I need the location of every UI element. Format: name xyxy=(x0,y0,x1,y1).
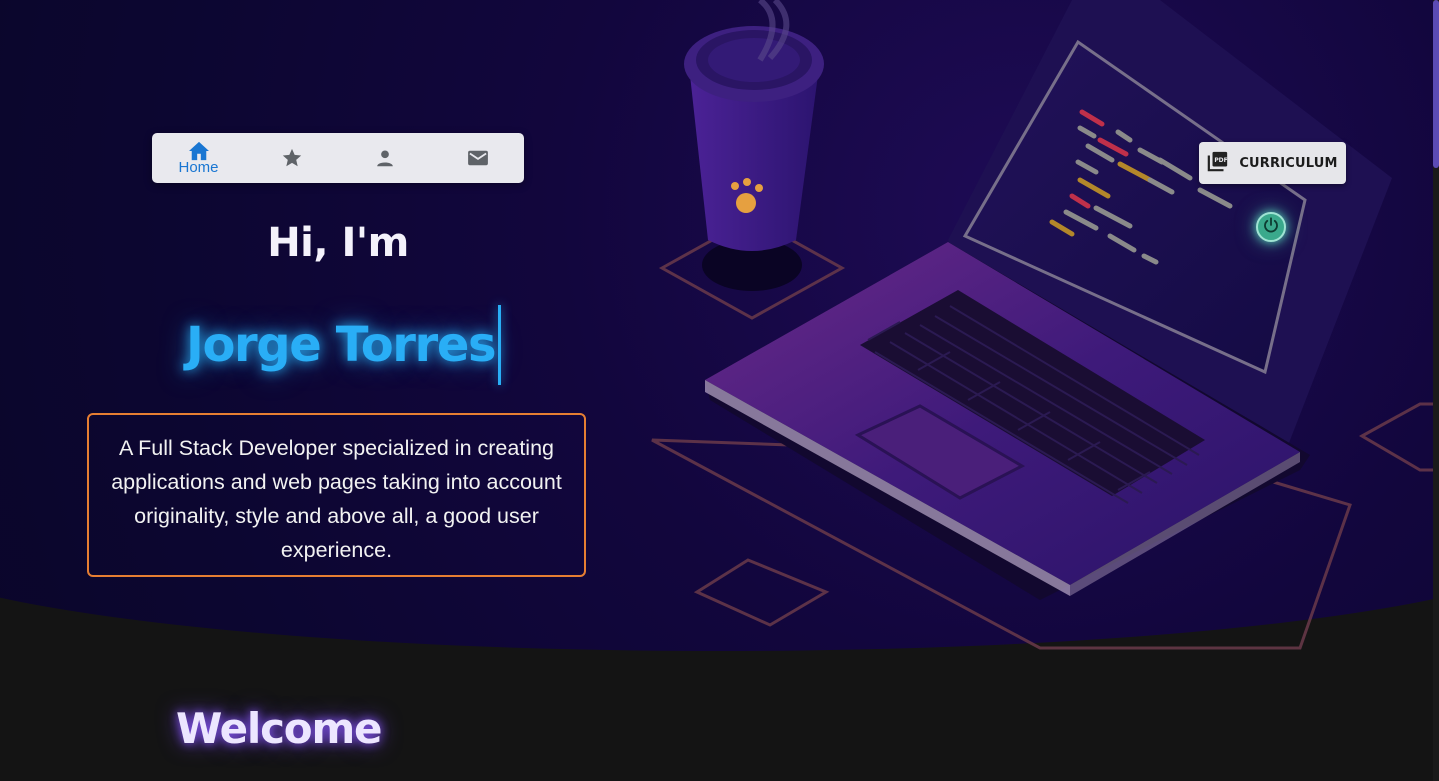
typing-cursor xyxy=(498,305,502,385)
star-icon xyxy=(281,147,303,169)
person-icon xyxy=(374,147,396,169)
page: Home Hi, I'm Jorge Torres A Full Stack D… xyxy=(0,0,1439,781)
greeting-heading: Hi, I'm xyxy=(267,220,409,266)
nav-item-home-label: Home xyxy=(178,158,219,176)
home-icon xyxy=(188,141,210,161)
bottom-navigation: Home xyxy=(152,133,524,183)
mail-icon xyxy=(467,149,489,167)
scrollbar-thumb[interactable] xyxy=(1433,0,1439,168)
curriculum-button[interactable]: PDF CURRICULUM xyxy=(1199,142,1346,184)
pdf-icon: PDF xyxy=(1207,150,1229,176)
nav-item-profile[interactable] xyxy=(338,133,431,183)
bio-text: A Full Stack Developer specialized in cr… xyxy=(87,413,586,577)
nav-item-contact[interactable] xyxy=(431,133,524,183)
developer-name: Jorge Torres xyxy=(186,317,497,373)
curriculum-label: CURRICULUM xyxy=(1239,155,1338,171)
power-icon xyxy=(1262,216,1280,238)
nav-item-favorites[interactable] xyxy=(245,133,338,183)
nav-item-home[interactable]: Home xyxy=(152,133,245,183)
welcome-heading: Welcome xyxy=(176,704,383,753)
svg-text:PDF: PDF xyxy=(1215,157,1228,164)
power-button[interactable] xyxy=(1256,212,1286,242)
name-heading: Jorge Torres xyxy=(186,304,502,386)
